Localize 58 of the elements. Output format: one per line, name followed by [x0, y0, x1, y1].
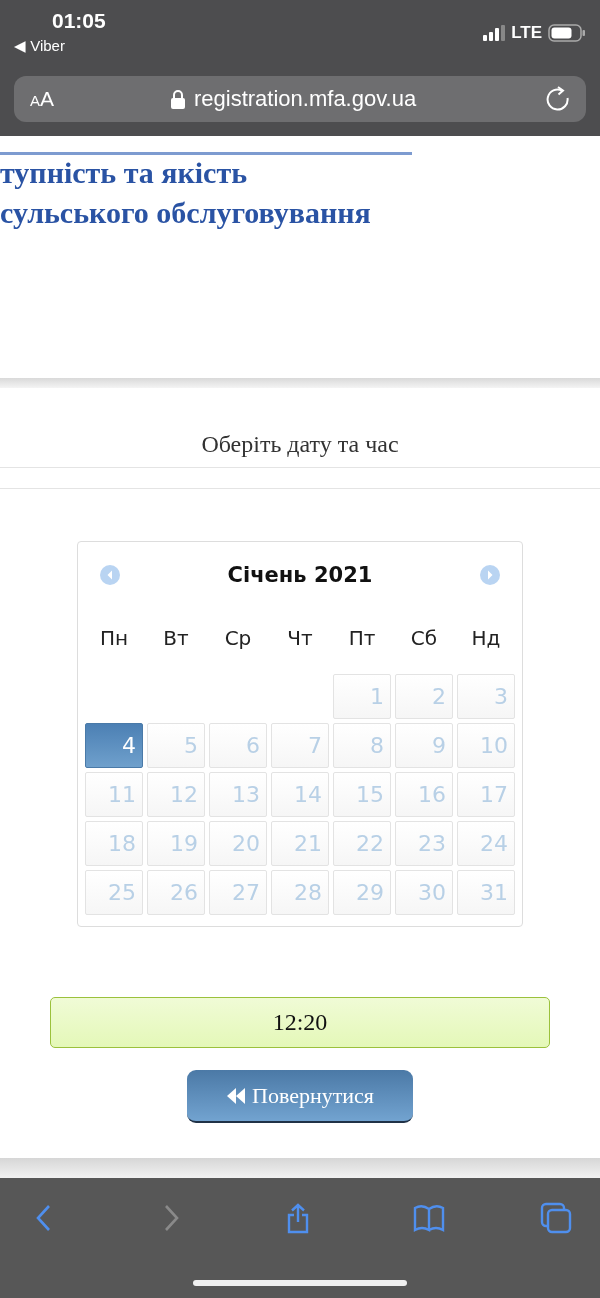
calendar-day[interactable]: 26 [147, 870, 205, 915]
battery-icon [548, 24, 586, 42]
calendar-day[interactable]: 4 [85, 723, 143, 768]
calendar-day[interactable]: 16 [395, 772, 453, 817]
weekday-label: Вт [162, 626, 190, 650]
calendar-day[interactable]: 7 [271, 723, 329, 768]
site-title: сульського обслуговування [0, 195, 372, 231]
site-title: тупність та якість [0, 155, 249, 191]
calendar-day[interactable]: 10 [457, 723, 515, 768]
calendar-day[interactable]: 2 [395, 674, 453, 719]
calendar-day[interactable]: 5 [147, 723, 205, 768]
calendar-day[interactable]: 23 [395, 821, 453, 866]
weekday-label: Ср [223, 626, 253, 650]
calendar-day[interactable]: 14 [271, 772, 329, 817]
calendar-day[interactable]: 30 [395, 870, 453, 915]
rewind-icon [226, 1086, 246, 1105]
weekday-label: Пн [98, 626, 130, 650]
calendar-day[interactable]: 27 [209, 870, 267, 915]
calendar-day[interactable]: 6 [209, 723, 267, 768]
back-button[interactable]: Повернутися [187, 1070, 413, 1123]
calendar-day[interactable]: 25 [85, 870, 143, 915]
calendar-day[interactable]: 19 [147, 821, 205, 866]
tabs-icon[interactable] [540, 1202, 572, 1234]
calendar-day[interactable]: 17 [457, 772, 515, 817]
weekday-label: Чт [286, 626, 314, 650]
calendar-day[interactable]: 31 [457, 870, 515, 915]
book-icon[interactable] [413, 1202, 445, 1234]
calendar-day[interactable]: 29 [333, 870, 391, 915]
calendar-day[interactable]: 12 [147, 772, 205, 817]
month-title: Січень 2021 [227, 563, 373, 587]
calendar-day[interactable]: 28 [271, 870, 329, 915]
time-slot-button[interactable]: 12:20 [50, 997, 550, 1048]
calendar-day[interactable]: 3 [457, 674, 515, 719]
calendar-day[interactable]: 20 [209, 821, 267, 866]
calendar-day[interactable]: 21 [271, 821, 329, 866]
calendar-day[interactable]: 1 [333, 674, 391, 719]
previous-month-icon[interactable] [99, 564, 121, 586]
signal-icon [483, 25, 506, 41]
clock-time: 01:05 [52, 9, 106, 33]
calendar-day[interactable]: 15 [333, 772, 391, 817]
calendar-day[interactable]: 18 [85, 821, 143, 866]
weekday-label: Пт [347, 626, 377, 650]
calendar-day[interactable]: 22 [333, 821, 391, 866]
url-text[interactable]: registration.mfa.gov.ua [194, 86, 417, 112]
calendar-day[interactable]: 8 [333, 723, 391, 768]
reload-icon[interactable] [546, 86, 570, 112]
calendar-day[interactable]: 9 [395, 723, 453, 768]
next-month-icon[interactable] [479, 564, 501, 586]
text-size-button[interactable]: AA [30, 87, 170, 111]
weekday-label: Сб [409, 626, 439, 650]
back-to-app-link[interactable]: ◀ Viber [14, 37, 106, 55]
lock-icon [170, 89, 186, 109]
calendar-day[interactable]: 11 [85, 772, 143, 817]
calendar-day[interactable]: 13 [209, 772, 267, 817]
section-title: Оберіть дату та час [200, 430, 400, 458]
weekday-label: Нд [470, 626, 502, 650]
calendar-day[interactable]: 24 [457, 821, 515, 866]
network-type: LTE [511, 23, 542, 43]
